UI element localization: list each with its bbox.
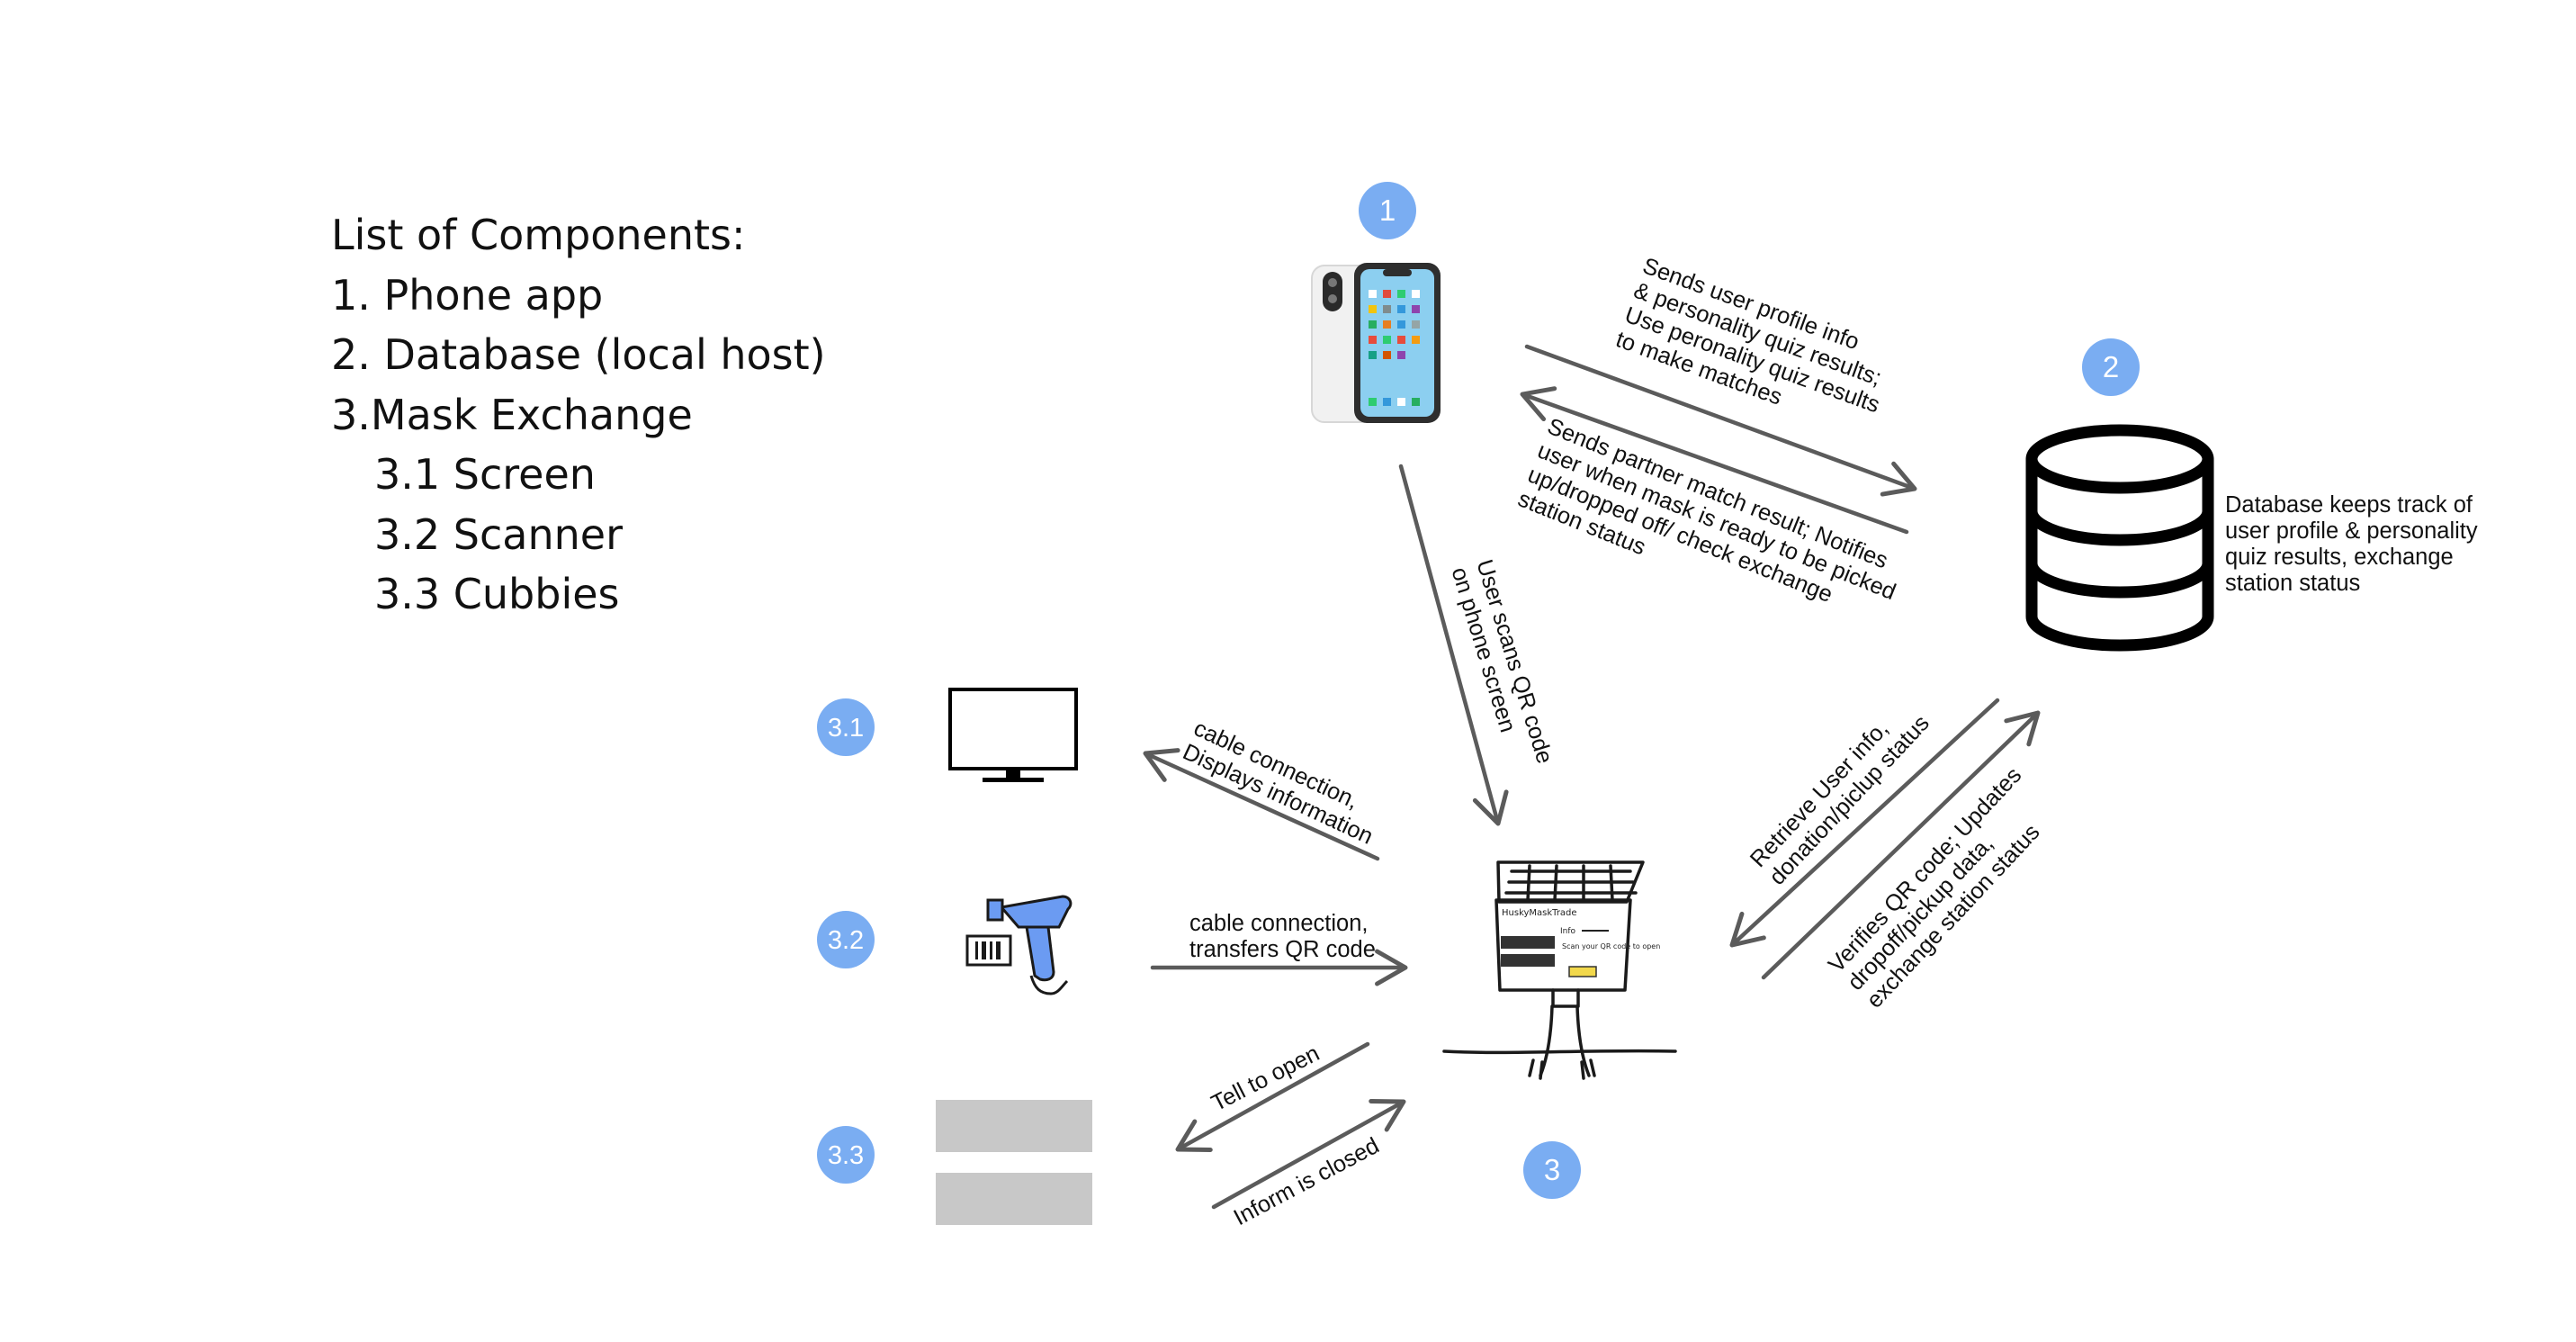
svg-text:Scan your QR code to open: Scan your QR code to open (1562, 942, 1660, 950)
label-database-to-phone: Sends partner match result; Notifies use… (1514, 414, 1899, 608)
system-diagram: 1 2 3 3.1 3.2 3.3 HuskyMaskTrade Info Sc… (817, 182, 2478, 1231)
svg-text:HuskyMaskTrade: HuskyMaskTrade (1502, 908, 1577, 918)
phone-icon (1311, 263, 1441, 423)
badge-phone: 1 (1359, 182, 1416, 239)
svg-text:3.3: 3.3 (828, 1141, 864, 1170)
label-database-to-exchange: Retrieve User info, donation/piclup stat… (1746, 710, 1934, 890)
badge-scanner: 3.2 (817, 911, 875, 968)
svg-text:transfers QR code: transfers QR code (1189, 937, 1376, 962)
svg-text:quiz results, exchange: quiz results, exchange (2225, 545, 2454, 570)
monitor-icon (948, 688, 1078, 782)
label-phone-to-database: Sends user profile info & personality qu… (1612, 253, 1884, 418)
svg-text:donation/piclup status: donation/piclup status (1764, 710, 1934, 890)
svg-text:3: 3 (1544, 1153, 1560, 1186)
svg-text:2: 2 (2103, 350, 2119, 383)
badge-screen: 3.1 (817, 698, 875, 756)
cubby-top (936, 1100, 1092, 1152)
svg-text:Database keeps track of: Database keeps track of (2225, 492, 2473, 518)
svg-text:3.2: 3.2 (828, 926, 864, 955)
svg-text:cable connection,: cable connection, (1189, 911, 1368, 936)
badge-database: 2 (2082, 338, 2140, 396)
svg-text:user profile & personality: user profile & personality (2225, 518, 2478, 544)
cubby-bottom (936, 1173, 1092, 1225)
mask-exchange-station-icon: HuskyMaskTrade Info Scan your QR code to… (1442, 860, 1677, 1080)
label-cubbies-to-exchange: Inform is closed (1230, 1133, 1384, 1231)
barcode-scanner-icon (965, 895, 1073, 995)
svg-text:1: 1 (1379, 194, 1396, 227)
label-database-note: Database keeps track of user profile & p… (2225, 492, 2478, 596)
badge-cubbies: 3.3 (817, 1126, 875, 1184)
svg-text:Info: Info (1560, 927, 1576, 936)
svg-text:3.1: 3.1 (828, 714, 864, 743)
label-phone-to-exchange: User scans QR code on phone screen (1447, 557, 1557, 767)
database-icon (2025, 424, 2214, 652)
svg-text:Inform is closed: Inform is closed (1230, 1133, 1384, 1231)
svg-text:station status: station status (2225, 571, 2360, 596)
badge-exchange: 3 (1523, 1141, 1581, 1199)
label-scanner-to-exchange: cable connection, transfers QR code (1189, 911, 1376, 962)
